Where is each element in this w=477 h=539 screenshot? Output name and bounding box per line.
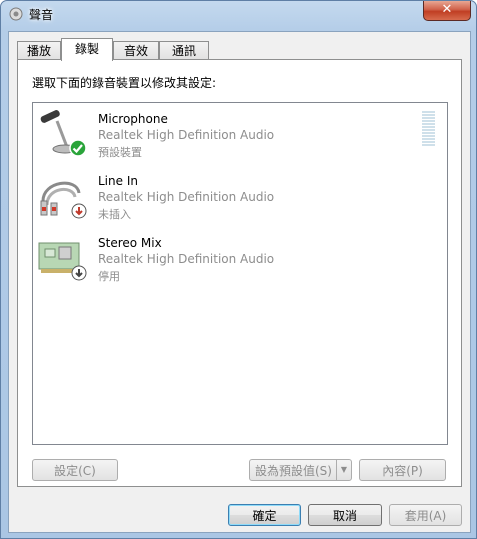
speaker-icon xyxy=(9,7,23,21)
device-status: 停用 xyxy=(98,270,120,283)
set-default-label: 設為預設值(S) xyxy=(255,464,332,478)
tab-playback[interactable]: 播放 xyxy=(17,41,61,60)
chevron-down-icon[interactable]: ▼ xyxy=(336,460,351,480)
cancel-button[interactable]: 取消 xyxy=(308,504,382,526)
device-name: Line In xyxy=(98,174,138,188)
apply-button[interactable]: 套用(A) xyxy=(389,504,462,526)
close-button[interactable]: ✕ xyxy=(423,1,471,21)
device-driver: Realtek High Definition Audio xyxy=(98,190,275,204)
recording-tab-panel: 選取下面的錄音裝置以修改其設定: Microphone Realtek High… xyxy=(17,59,462,487)
instruction-text: 選取下面的錄音裝置以修改其設定: xyxy=(32,76,217,90)
tab-communications[interactable]: 通訊 xyxy=(159,41,209,60)
unplugged-icon xyxy=(71,203,87,219)
device-status: 預設裝置 xyxy=(98,146,142,159)
device-item-stereo-mix[interactable]: Stereo Mix Realtek High Definition Audio… xyxy=(33,227,413,283)
title-bar[interactable]: 聲音 ✕ xyxy=(1,1,476,29)
device-item-microphone[interactable]: Microphone Realtek High Definition Audio… xyxy=(33,103,413,159)
device-name: Microphone xyxy=(98,112,168,126)
set-default-split-button[interactable]: 設為預設值(S) ▼ xyxy=(249,459,352,481)
window-title: 聲音 xyxy=(29,8,54,22)
device-list[interactable]: Microphone Realtek High Definition Audio… xyxy=(32,102,448,445)
close-icon: ✕ xyxy=(441,2,453,17)
tab-recording[interactable]: 錄製 xyxy=(61,38,113,61)
device-driver: Realtek High Definition Audio xyxy=(98,252,275,266)
sound-dialog-window: 聲音 ✕ 播放 錄製 音效 通訊 選取下面的錄音裝置以修改其設定: Microp… xyxy=(0,0,477,539)
tab-sounds[interactable]: 音效 xyxy=(113,41,159,60)
disabled-icon xyxy=(71,265,87,281)
configure-button[interactable]: 設定(C) xyxy=(32,459,118,481)
device-status: 未插入 xyxy=(98,208,131,221)
dialog-client-area: 播放 錄製 音效 通訊 選取下面的錄音裝置以修改其設定: Microphone … xyxy=(8,31,471,533)
device-driver: Realtek High Definition Audio xyxy=(98,128,275,142)
ok-button[interactable]: 確定 xyxy=(228,504,301,526)
properties-button[interactable]: 內容(P) xyxy=(359,459,446,481)
device-item-line-in[interactable]: Line In Realtek High Definition Audio 未插… xyxy=(33,165,413,221)
level-meter xyxy=(422,111,435,149)
default-checkmark-icon xyxy=(69,139,87,157)
device-name: Stereo Mix xyxy=(98,236,162,250)
